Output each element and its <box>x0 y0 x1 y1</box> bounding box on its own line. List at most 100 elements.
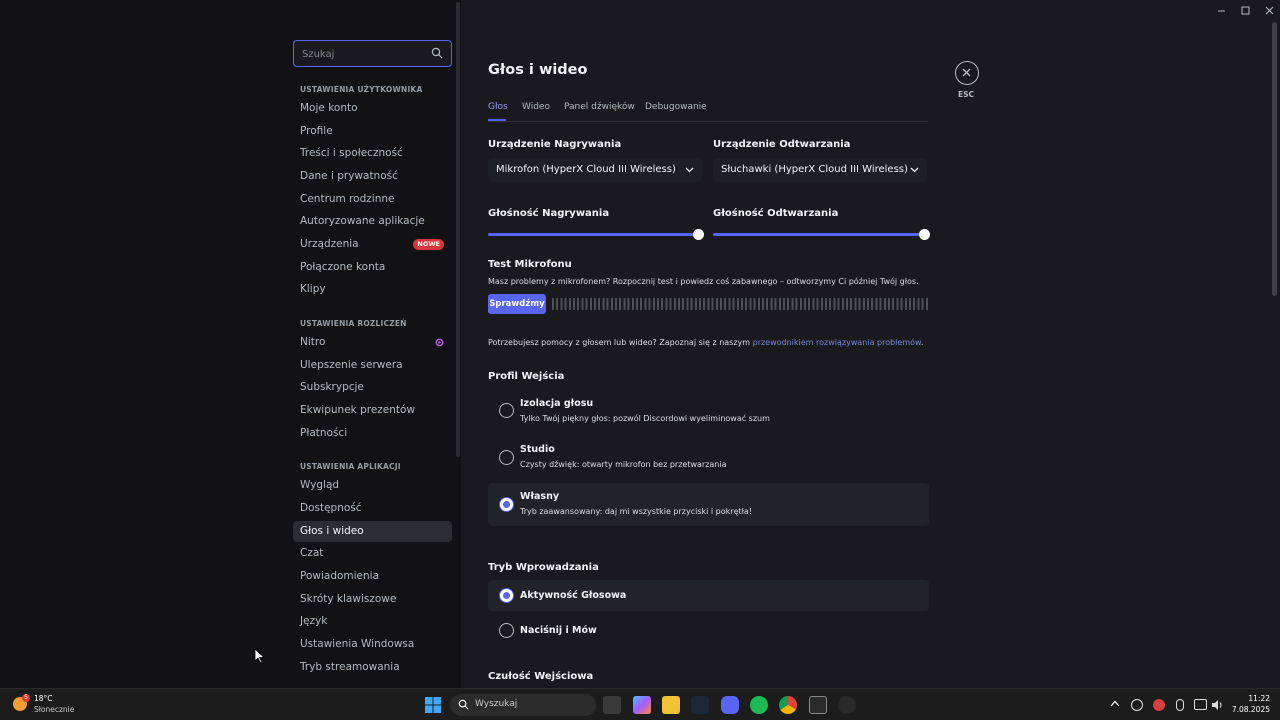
search-input[interactable] <box>302 46 422 62</box>
sidebar-item-subscriptions[interactable]: Subskrypcje <box>293 377 452 398</box>
profile-option-custom[interactable]: Własny Tryb zaawansowany: daj mi wszystk… <box>488 483 929 526</box>
input-mode-push-to-talk[interactable]: Naciśnij i Mów <box>488 615 929 646</box>
help-text-body: Potrzebujesz pomocy z głosem lub wideo? … <box>488 338 753 347</box>
volume-icon[interactable] <box>1211 699 1224 711</box>
sidebar-item-my-account[interactable]: Moje konto <box>293 98 452 119</box>
close-icon <box>962 68 971 77</box>
spotify-icon[interactable] <box>750 696 768 714</box>
search-box[interactable] <box>293 40 452 67</box>
tab-bar: Głos Wideo Panel dźwięków Debugowanie <box>488 100 928 122</box>
epic-games-icon[interactable] <box>809 696 827 714</box>
radio-button-selected[interactable] <box>499 497 514 512</box>
sidebar-item-language[interactable]: Język <box>293 611 452 632</box>
file-explorer-icon[interactable] <box>662 696 680 714</box>
sidebar-item-devices[interactable]: Urządzenia NOWE <box>293 234 452 255</box>
section-title-billing-settings: USTAWIENIA ROZLICZEŃ <box>300 319 407 328</box>
sidebar-item-streamer-mode[interactable]: Tryb streamowania <box>293 657 452 678</box>
taskbar-search[interactable]: Wyszukaj <box>450 694 596 716</box>
microphone-icon[interactable] <box>1176 699 1184 711</box>
radio-button[interactable] <box>499 450 514 465</box>
profile-description: Tryb zaawansowany: daj mi wszystkie przy… <box>520 507 753 516</box>
input-device-value: Mikrofon (HyperX Cloud III Wireless) <box>496 164 676 175</box>
windows-taskbar: 5 18°C Słonecznie Wyszukaj 11:22 7.08.20… <box>0 688 1280 720</box>
radio-button-selected[interactable] <box>499 588 514 603</box>
sidebar-item-notifications[interactable]: Powiadomienia <box>293 566 452 587</box>
chevron-down-icon <box>910 167 919 173</box>
output-device-value: Słuchawki (HyperX Cloud III Wireless) <box>721 164 908 175</box>
app-icon[interactable] <box>838 696 856 714</box>
mouse-cursor-icon <box>255 649 265 664</box>
sidebar-item-voice-video[interactable]: Głos i wideo <box>293 521 452 542</box>
sidebar-item-content-social[interactable]: Treści i społeczność <box>293 143 452 164</box>
sidebar-item-keybinds[interactable]: Skróty klawiszowe <box>293 589 452 610</box>
sidebar-item-windows-settings[interactable]: Ustawienia Windowsa <box>293 634 452 655</box>
input-mode-label: Naciśnij i Mów <box>520 625 597 636</box>
mic-test-button[interactable]: Sprawdźmy <box>488 294 546 314</box>
input-device-select[interactable]: Mikrofon (HyperX Cloud III Wireless) <box>488 158 702 182</box>
task-view-icon[interactable] <box>603 696 621 714</box>
sidebar-item-authorized-apps[interactable]: Autoryzowane aplikacje <box>293 211 452 232</box>
chevron-up-icon[interactable] <box>1110 700 1120 707</box>
profile-option-voice-isolation[interactable]: Izolacja głosu Tylko Twój piękny głos: p… <box>488 390 929 432</box>
windows-start-icon[interactable] <box>425 697 441 713</box>
output-volume-track[interactable] <box>713 233 923 236</box>
sidebar-item-data-privacy[interactable]: Dane i prywatność <box>293 166 452 187</box>
radio-button[interactable] <box>499 623 514 638</box>
sidebar-item-gift-inventory[interactable]: Ekwipunek prezentów <box>293 400 452 421</box>
display-icon[interactable] <box>1194 699 1207 710</box>
sidebar-item-accessibility[interactable]: Dostępność <box>293 498 452 519</box>
profile-option-studio[interactable]: Studio Czysty dźwięk: otwarty mikrofon b… <box>488 436 929 478</box>
sidebar-item-label: Urządzenia <box>300 238 359 250</box>
help-text-end: . <box>920 338 924 347</box>
sidebar-item-server-boost[interactable]: Ulepszenie serwera <box>293 355 452 376</box>
profile-title: Własny <box>520 491 560 502</box>
settings-content: Głos i wideo ESC Głos Wideo Panel dźwięk… <box>461 0 1280 688</box>
tab-soundboard[interactable]: Panel dźwięków <box>564 102 635 112</box>
tab-voice[interactable]: Głos <box>488 102 508 112</box>
settings-sidebar: USTAWIENIA UŻYTKOWNIKA Moje konto Profil… <box>293 40 453 688</box>
sync-icon[interactable] <box>1131 699 1143 711</box>
weather-condition[interactable]: Słonecznie <box>34 705 74 714</box>
antivirus-icon[interactable] <box>1153 699 1165 711</box>
tab-video[interactable]: Wideo <box>522 102 550 112</box>
input-mode-voice-activity[interactable]: Aktywność Głosowa <box>488 580 929 611</box>
esc-label: ESC <box>958 90 975 99</box>
sidebar-item-billing[interactable]: Płatności <box>293 423 452 444</box>
sidebar-scrollbar[interactable] <box>456 2 460 457</box>
profile-description: Tylko Twój piękny głos: pozwól Discordow… <box>520 414 770 423</box>
sidebar-item-nitro[interactable]: Nitro <box>293 332 452 353</box>
close-button[interactable] <box>955 61 979 85</box>
input-volume-knob[interactable] <box>693 229 704 240</box>
troubleshooting-link[interactable]: przewodnikiem rozwiązywania problemów <box>753 338 921 347</box>
tab-debug[interactable]: Debugowanie <box>645 102 707 112</box>
sidebar-item-appearance[interactable]: Wygląd <box>293 475 452 496</box>
output-volume-knob[interactable] <box>919 229 930 240</box>
mic-level-meter <box>552 298 930 310</box>
chrome-icon[interactable] <box>779 696 797 714</box>
input-volume-track[interactable] <box>488 233 698 236</box>
input-sensitivity-title: Czułość Wejściowa <box>488 671 594 682</box>
taskbar-clock[interactable]: 11:22 7.08.2025 <box>1232 693 1270 715</box>
output-device-select[interactable]: Słuchawki (HyperX Cloud III Wireless) <box>713 158 927 182</box>
radio-button[interactable] <box>499 403 514 418</box>
sidebar-item-clips[interactable]: Klipy <box>293 279 452 300</box>
discord-icon[interactable] <box>721 696 739 714</box>
window-close-icon[interactable] <box>1265 6 1274 15</box>
section-title-app-settings: USTAWIENIA APLIKACJI <box>300 462 401 471</box>
content-scrollbar[interactable] <box>1272 22 1277 296</box>
taskbar-search-label: Wyszukaj <box>475 699 518 709</box>
minimize-icon[interactable] <box>1217 6 1226 15</box>
sidebar-item-chat[interactable]: Czat <box>293 543 452 564</box>
copilot-icon[interactable] <box>633 696 651 714</box>
input-mode-label: Aktywność Głosowa <box>520 590 627 601</box>
weather-temperature[interactable]: 18°C <box>34 694 53 703</box>
nitro-icon <box>435 338 444 347</box>
sidebar-item-connections[interactable]: Połączone konta <box>293 257 452 278</box>
profile-description: Czysty dźwięk: otwarty mikrofon bez prze… <box>520 460 727 469</box>
sidebar-item-family-center[interactable]: Centrum rodzinne <box>293 189 452 210</box>
weather-badge: 5 <box>22 694 30 702</box>
steam-icon[interactable] <box>691 696 709 714</box>
maximize-icon[interactable] <box>1241 6 1250 15</box>
sidebar-item-profiles[interactable]: Profile <box>293 121 452 142</box>
page-title: Głos i wideo <box>488 62 588 78</box>
